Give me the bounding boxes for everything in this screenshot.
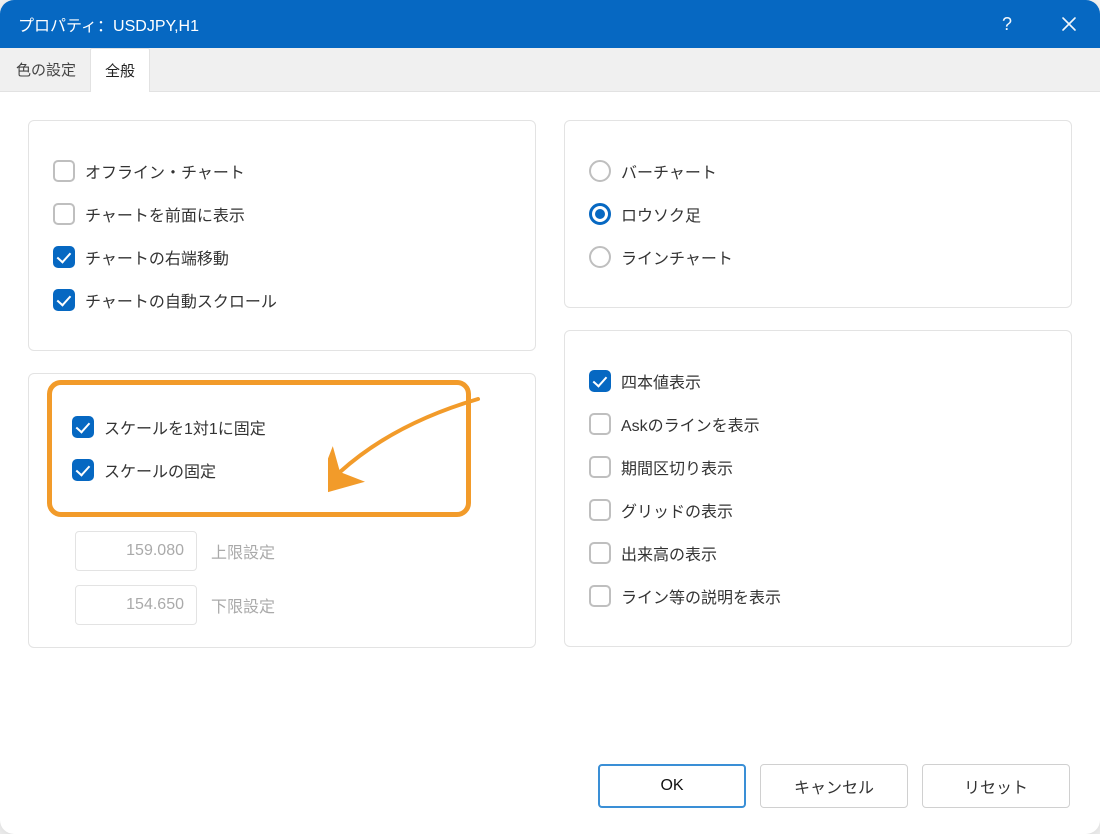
dialog-window: プロパティ：USDJPY,H1 ? 色の設定 全般 オフライン・チャート チャー… <box>0 0 1100 834</box>
ask-line-row: Askのラインを表示 <box>589 409 1047 439</box>
lower-limit-row: 下限設定 <box>75 585 511 625</box>
grid-label: グリッドの表示 <box>621 498 733 522</box>
volume-row: 出来高の表示 <box>589 538 1047 568</box>
window-title: プロパティ：USDJPY,H1 <box>18 12 976 36</box>
ohlc-label: 四本値表示 <box>621 369 701 393</box>
help-button[interactable]: ? <box>976 0 1038 48</box>
button-bar: OK キャンセル リセット <box>0 744 1100 834</box>
content-area: オフライン・チャート チャートを前面に表示 チャートの右端移動 チャートの自動ス… <box>0 92 1100 744</box>
bar-chart-radio[interactable] <box>589 160 611 182</box>
line-chart-row: ラインチャート <box>589 242 1047 272</box>
upper-limit-input[interactable] <box>75 531 197 571</box>
object-desc-checkbox[interactable] <box>589 585 611 607</box>
bar-chart-label: バーチャート <box>621 159 717 183</box>
right-shift-checkbox[interactable] <box>53 246 75 268</box>
highlight-box: スケールを1対1に固定 スケールの固定 <box>47 380 471 517</box>
upper-limit-row: 上限設定 <box>75 531 511 571</box>
close-button[interactable] <box>1038 0 1100 48</box>
grid-row: グリッドの表示 <box>589 495 1047 525</box>
ohlc-row: 四本値表示 <box>589 366 1047 396</box>
fix-scale-1to1-row: スケールを1対1に固定 <box>72 412 446 442</box>
right-shift-row: チャートの右端移動 <box>53 242 511 272</box>
upper-limit-label: 上限設定 <box>211 539 275 563</box>
offline-chart-row: オフライン・チャート <box>53 156 511 186</box>
auto-scroll-checkbox[interactable] <box>53 289 75 311</box>
object-desc-label: ライン等の説明を表示 <box>621 584 781 608</box>
chart-type-panel: バーチャート ロウソク足 ラインチャート <box>564 120 1072 308</box>
volume-label: 出来高の表示 <box>621 541 717 565</box>
reset-button[interactable]: リセット <box>922 764 1070 808</box>
period-sep-checkbox[interactable] <box>589 456 611 478</box>
tab-colors[interactable]: 色の設定 <box>2 48 90 91</box>
right-column: バーチャート ロウソク足 ラインチャート 四本値表示 As <box>564 120 1072 744</box>
bar-chart-row: バーチャート <box>589 156 1047 186</box>
right-shift-label: チャートの右端移動 <box>85 245 229 269</box>
left-column: オフライン・チャート チャートを前面に表示 チャートの右端移動 チャートの自動ス… <box>28 120 536 744</box>
auto-scroll-label: チャートの自動スクロール <box>85 288 277 312</box>
grid-checkbox[interactable] <box>589 499 611 521</box>
volume-checkbox[interactable] <box>589 542 611 564</box>
scale-panel: スケールを1対1に固定 スケールの固定 上限設定 下限設定 <box>28 373 536 648</box>
auto-scroll-row: チャートの自動スクロール <box>53 285 511 315</box>
line-chart-radio[interactable] <box>589 246 611 268</box>
period-sep-label: 期間区切り表示 <box>621 455 733 479</box>
tab-general[interactable]: 全般 <box>90 48 150 92</box>
lower-limit-label: 下限設定 <box>211 593 275 617</box>
help-icon: ? <box>1002 14 1012 35</box>
ask-line-label: Askのラインを表示 <box>621 412 760 436</box>
display-options-panel: 四本値表示 Askのラインを表示 期間区切り表示 グリッドの表示 出来高の表示 <box>564 330 1072 647</box>
ask-line-checkbox[interactable] <box>589 413 611 435</box>
chart-to-front-checkbox[interactable] <box>53 203 75 225</box>
offline-chart-label: オフライン・チャート <box>85 159 245 183</box>
chart-options-panel: オフライン・チャート チャートを前面に表示 チャートの右端移動 チャートの自動ス… <box>28 120 536 351</box>
titlebar: プロパティ：USDJPY,H1 ? <box>0 0 1100 48</box>
line-chart-label: ラインチャート <box>621 245 733 269</box>
close-icon <box>1061 16 1077 32</box>
chart-to-front-label: チャートを前面に表示 <box>85 202 245 226</box>
fix-scale-checkbox[interactable] <box>72 459 94 481</box>
fix-scale-label: スケールの固定 <box>104 458 216 482</box>
lower-limit-input[interactable] <box>75 585 197 625</box>
candle-label: ロウソク足 <box>621 202 701 226</box>
cancel-button[interactable]: キャンセル <box>760 764 908 808</box>
candle-row: ロウソク足 <box>589 199 1047 229</box>
object-desc-row: ライン等の説明を表示 <box>589 581 1047 611</box>
fix-scale-1to1-checkbox[interactable] <box>72 416 94 438</box>
candle-radio[interactable] <box>589 203 611 225</box>
tabs: 色の設定 全般 <box>0 48 1100 92</box>
offline-chart-checkbox[interactable] <box>53 160 75 182</box>
ohlc-checkbox[interactable] <box>589 370 611 392</box>
fix-scale-row: スケールの固定 <box>72 455 446 485</box>
period-sep-row: 期間区切り表示 <box>589 452 1047 482</box>
ok-button[interactable]: OK <box>598 764 746 808</box>
chart-to-front-row: チャートを前面に表示 <box>53 199 511 229</box>
fix-scale-1to1-label: スケールを1対1に固定 <box>104 415 266 439</box>
